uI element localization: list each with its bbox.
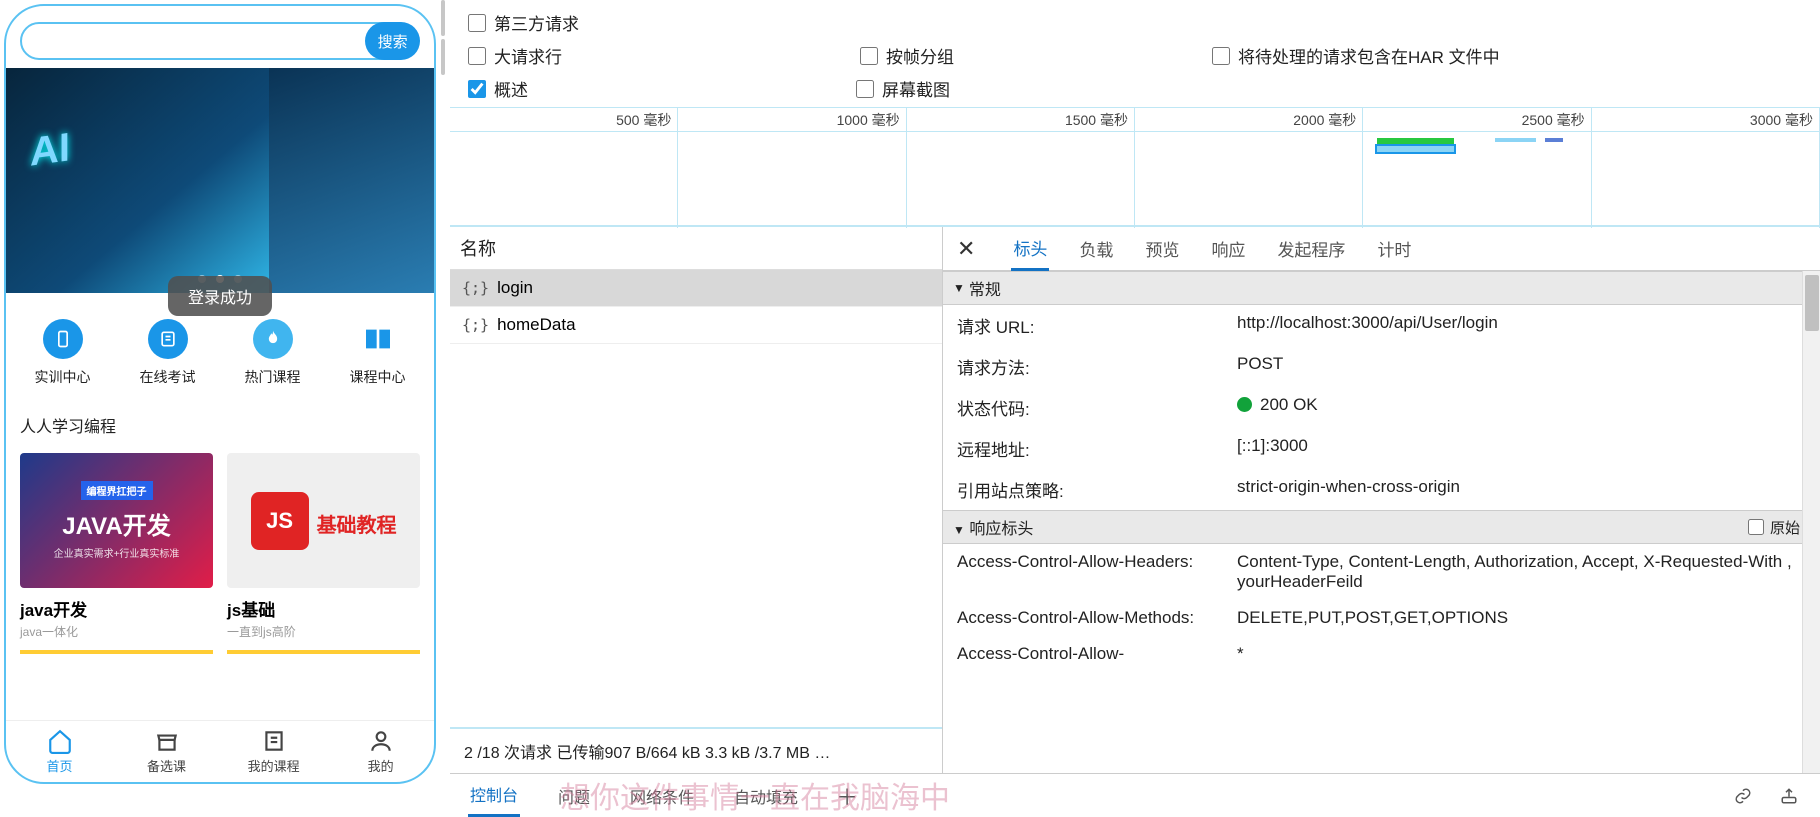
filter-overview[interactable]: 概述 (468, 76, 528, 101)
json-icon: {;} (462, 316, 489, 334)
filter-include-har[interactable]: 将待处理的请求包含在HAR 文件中 (1212, 43, 1500, 68)
tab-preview[interactable]: 预览 (1143, 228, 1181, 269)
tabbar: 首页 备选课 我的课程 我的 (6, 720, 434, 782)
book-icon (358, 319, 398, 359)
doc-icon (148, 319, 188, 359)
drawer-tabs: 控制台 问题 网络条件 自动填充 ＋ (450, 773, 1820, 817)
mobile-preview: 搜索 登录成功 实训中心 在线考试 热门课程 (0, 0, 450, 817)
user-icon (368, 728, 394, 754)
devtools-panel: 第三方请求 大请求行 按帧分组 将待处理的请求包含在HAR 文件中 概述 屏幕截… (450, 0, 1820, 817)
tab-me[interactable]: 我的 (327, 721, 434, 782)
course-card-js[interactable]: JS 基础教程 js基础 一直到js高阶 (227, 453, 420, 654)
request-detail: ✕ 标头 负载 预览 响应 发起程序 计时 ▼常规 请求 URL:http://… (943, 227, 1820, 773)
filter-third-party[interactable]: 第三方请求 (468, 10, 579, 35)
filter-screenshot[interactable]: 屏幕截图 (856, 76, 950, 101)
section-title: 人人学习编程 (6, 399, 434, 443)
section-response-headers[interactable]: ▼ 响应标头 原始 (943, 510, 1820, 544)
list-icon (261, 728, 287, 754)
status-dot-icon (1237, 397, 1252, 412)
timeline[interactable]: 500 毫秒 1000 毫秒 1500 毫秒 2000 毫秒 2500 毫秒 3… (450, 107, 1820, 227)
tab-headers[interactable]: 标头 (1011, 227, 1049, 271)
tab-alt-course[interactable]: 备选课 (113, 721, 220, 782)
drawer-tab-console[interactable]: 控制台 (468, 774, 520, 817)
link-icon[interactable] (1730, 785, 1756, 807)
nav-item-exam[interactable]: 在线考试 (115, 319, 220, 387)
nav-item-training[interactable]: 实训中心 (10, 319, 115, 387)
phone-icon (43, 319, 83, 359)
phone-frame: 搜索 登录成功 实训中心 在线考试 热门课程 (4, 4, 436, 784)
search-input[interactable] (20, 22, 409, 60)
section-general[interactable]: ▼常规 (943, 271, 1820, 305)
flame-icon (253, 319, 293, 359)
scrollbar[interactable] (1802, 271, 1820, 773)
hero-banner[interactable] (6, 68, 434, 293)
filter-group-frame[interactable]: 按帧分组 (860, 43, 954, 68)
request-list: 名称 {;} login {;} homeData 2 /18 次请求 已传输9… (450, 227, 943, 773)
json-icon: {;} (462, 279, 489, 297)
resize-handle[interactable] (436, 0, 450, 75)
nav-item-course[interactable]: 课程中心 (325, 319, 430, 387)
close-detail-button[interactable]: ✕ (949, 236, 983, 262)
nav-item-hot[interactable]: 热门课程 (220, 319, 325, 387)
add-tab-button[interactable]: ＋ (836, 780, 858, 812)
search-button[interactable]: 搜索 (365, 22, 420, 60)
tab-payload[interactable]: 负载 (1077, 228, 1115, 269)
tab-my-course[interactable]: 我的课程 (220, 721, 327, 782)
home-icon (47, 728, 73, 754)
course-card-java[interactable]: 编程界扛把子 JAVA开发 企业真实需求+行业真实标准 java开发 java一… (20, 453, 213, 654)
tab-response[interactable]: 响应 (1209, 228, 1247, 269)
tab-home[interactable]: 首页 (6, 721, 113, 782)
shop-icon (154, 728, 180, 754)
raw-toggle[interactable]: 原始 (1748, 517, 1800, 538)
drawer-tab-network-cond[interactable]: 网络条件 (628, 776, 696, 816)
toast: 登录成功 (168, 276, 272, 316)
request-summary: 2 /18 次请求 已传输907 B/664 kB 3.3 kB /3.7 MB… (450, 727, 942, 773)
tab-timing[interactable]: 计时 (1375, 228, 1413, 269)
request-row-homedata[interactable]: {;} homeData (450, 307, 942, 344)
drawer-tab-autofill[interactable]: 自动填充 (732, 776, 800, 816)
drawer-tab-issues[interactable]: 问题 (556, 776, 592, 816)
request-list-header: 名称 (450, 227, 942, 270)
filter-big-rows[interactable]: 大请求行 (468, 43, 562, 68)
request-row-login[interactable]: {;} login (450, 270, 942, 307)
upload-icon[interactable] (1776, 785, 1802, 807)
tab-initiator[interactable]: 发起程序 (1275, 228, 1347, 269)
